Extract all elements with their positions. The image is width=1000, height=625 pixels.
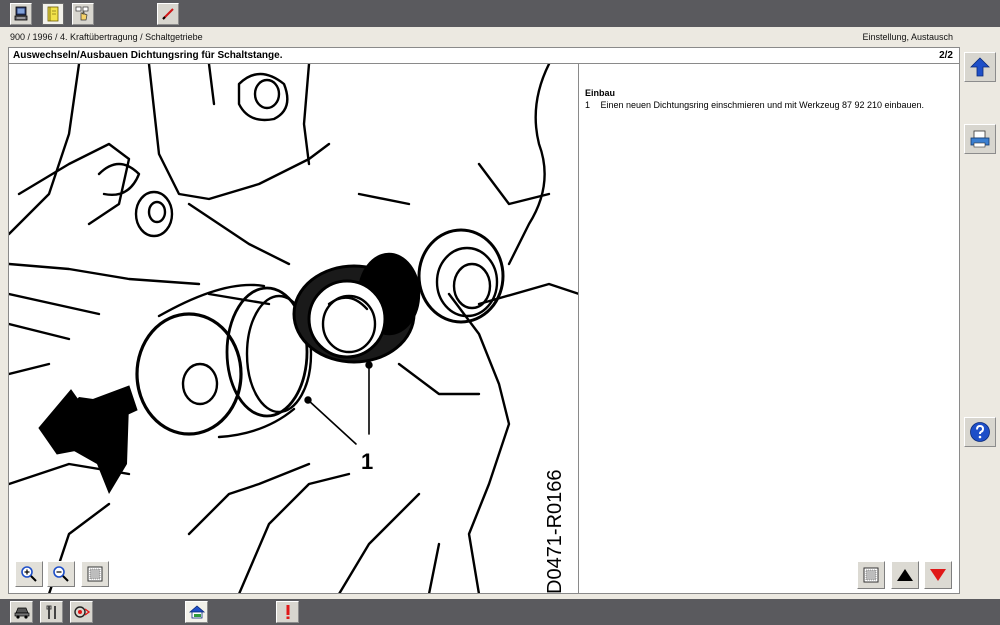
scroll-up-button[interactable] xyxy=(964,52,996,82)
computer-icon xyxy=(14,6,28,21)
drawing-id: D0471-R0166 xyxy=(544,469,566,594)
service-info-button[interactable] xyxy=(185,601,208,623)
technical-drawing xyxy=(9,64,578,593)
breadcrumb-section: Einstellung, Austausch xyxy=(862,32,953,42)
tools-button[interactable] xyxy=(40,601,63,623)
grid-icon xyxy=(863,567,879,583)
overview-button[interactable] xyxy=(857,561,885,589)
zoom-in-icon xyxy=(21,566,37,582)
top-toolbar xyxy=(0,0,1000,27)
target-icon xyxy=(73,606,90,618)
exclamation-icon xyxy=(286,605,289,619)
zoom-in-button[interactable] xyxy=(15,561,43,587)
arrow-up-icon xyxy=(970,57,990,77)
bottom-toolbar xyxy=(0,599,1000,625)
fit-page-icon xyxy=(87,566,103,582)
callout-label: 1 xyxy=(361,449,374,474)
alert-button[interactable] xyxy=(276,601,299,623)
print-button[interactable] xyxy=(964,124,996,154)
zoom-out-icon xyxy=(53,566,69,582)
step-text: Einen neuen Dichtungsring einschmieren u… xyxy=(600,100,925,110)
document-title-bar: Auswechseln/Ausbauen Dichtungsring für S… xyxy=(8,47,960,64)
vehicle-diagnostics-button[interactable] xyxy=(10,601,33,623)
figure-pane: 1 D0471-R0166 xyxy=(8,64,578,594)
car-service-icon xyxy=(14,607,29,619)
fit-page-button[interactable] xyxy=(81,561,109,587)
help-button[interactable] xyxy=(964,417,996,447)
wrench-icon xyxy=(46,605,56,619)
zoom-out-button[interactable] xyxy=(47,561,75,587)
previous-page-button[interactable] xyxy=(891,561,919,589)
house-car-icon xyxy=(188,605,205,619)
print-icon xyxy=(970,130,990,148)
pen-icon xyxy=(162,8,174,20)
instruction-heading: Einbau xyxy=(585,88,616,98)
instruction-pane: Einbau 1 Einen neuen Dichtungsring einsc… xyxy=(578,64,960,594)
triangle-up-icon xyxy=(897,569,913,581)
computer-icon-button[interactable] xyxy=(10,3,32,25)
hand-pointer-icon-button[interactable] xyxy=(72,3,94,25)
page-number: 2/2 xyxy=(939,50,953,61)
breadcrumb: 900 / 1996 / 4. Kraftübertragung / Schal… xyxy=(0,27,963,49)
triangle-down-icon xyxy=(930,569,946,581)
instruction-step: 1 Einen neuen Dichtungsring einschmieren… xyxy=(585,100,924,110)
hand-pointer-icon xyxy=(75,6,89,21)
breadcrumb-path: 900 / 1996 / 4. Kraftübertragung / Schal… xyxy=(10,32,203,42)
measurement-button[interactable] xyxy=(70,601,93,623)
book-icon-button[interactable] xyxy=(42,3,64,25)
next-page-button[interactable] xyxy=(924,561,952,589)
help-icon xyxy=(970,422,990,442)
app-window: 900 / 1996 / 4. Kraftübertragung / Schal… xyxy=(0,0,1000,625)
right-sidebar xyxy=(960,27,1000,599)
book-icon xyxy=(47,6,59,22)
page-title: Auswechseln/Ausbauen Dichtungsring für S… xyxy=(13,50,283,61)
pen-icon-button[interactable] xyxy=(157,3,179,25)
step-number: 1 xyxy=(585,100,591,110)
